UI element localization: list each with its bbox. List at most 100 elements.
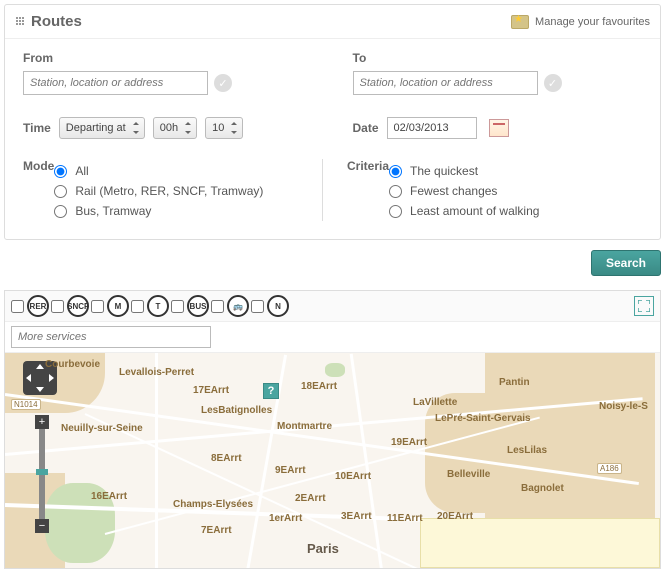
map-label: 18EArrt [301, 381, 337, 392]
map-label: 19EArrt [391, 437, 427, 448]
map-toolbar: RER SNCF M T BUS 🚌 N [5, 291, 660, 322]
map-label: Belleville [447, 469, 490, 480]
search-button[interactable]: Search [591, 250, 661, 276]
zoom-out-button[interactable]: − [35, 519, 49, 533]
to-label: To [353, 51, 643, 65]
map-label: 11EArrt [387, 513, 423, 524]
page-title: Routes [15, 13, 82, 30]
map-label: LesLilas [507, 445, 547, 456]
tram-icon: T [147, 295, 169, 317]
map-label: 9EArrt [275, 465, 306, 476]
mode-option-1: Rail (Metro, RER, SNCF, Tramway) [75, 184, 263, 198]
to-input[interactable] [353, 71, 538, 95]
map-label: 7EArrt [201, 525, 232, 536]
map-label: 17EArrt [193, 385, 229, 396]
mode-radio-all[interactable] [54, 165, 67, 178]
map-zoom-control: + − [35, 415, 49, 533]
map-canvas[interactable]: ? + − Courbevoie Levallois-Perret Neuilly-… [5, 353, 660, 568]
time-label: Time [23, 121, 51, 135]
road-badge: N1014 [11, 399, 41, 410]
criteria-radio-quickest[interactable] [389, 165, 402, 178]
map-label: Paris [307, 541, 339, 556]
map-label: 1erArrt [269, 513, 302, 524]
routes-panel: Routes Manage your favourites From ✓ To … [4, 4, 661, 240]
map-label: LesBatignolles [201, 405, 272, 416]
coach-icon: 🚌 [227, 295, 249, 317]
date-input[interactable]: 02/03/2013 [387, 117, 477, 139]
time-mode-select[interactable]: Departing at [59, 117, 145, 139]
criteria-label: Criteria [347, 159, 389, 215]
sncf-icon: SNCF [67, 295, 89, 317]
criteria-radio-fewest[interactable] [389, 185, 402, 198]
grip-icon [15, 17, 25, 27]
to-validate-icon: ✓ [544, 74, 562, 92]
from-validate-icon: ✓ [214, 74, 232, 92]
manage-favourites-link[interactable]: Manage your favourites [511, 15, 650, 29]
map-label: Levallois-Perret [119, 367, 194, 378]
time-hour-select[interactable]: 00h [153, 117, 197, 139]
fullscreen-icon [638, 300, 650, 312]
mode-radio-bus[interactable] [54, 205, 67, 218]
star-folder-icon [511, 15, 529, 29]
form-body: From ✓ To ✓ Time Departing at 00h [5, 39, 660, 239]
layer-check-coach[interactable] [211, 300, 224, 313]
map-label: Noisy-le-S [599, 401, 648, 412]
map-label: 20EArrt [437, 511, 473, 522]
pan-down-icon [36, 387, 44, 392]
layer-check-metro[interactable] [91, 300, 104, 313]
pan-up-icon [36, 364, 44, 369]
criteria-option-2: Least amount of walking [410, 204, 539, 218]
panel-header: Routes Manage your favourites [5, 5, 660, 39]
map-label: Pantin [499, 377, 530, 388]
title-text: Routes [31, 13, 82, 30]
favourites-label: Manage your favourites [535, 16, 650, 28]
zoom-in-button[interactable]: + [35, 415, 49, 429]
layer-check-bus[interactable] [171, 300, 184, 313]
map-label: Neuilly-sur-Seine [61, 423, 143, 434]
mode-radio-group: All Rail (Metro, RER, SNCF, Tramway) Bus… [54, 161, 263, 221]
pan-right-icon [49, 374, 54, 382]
layer-check-sncf[interactable] [51, 300, 64, 313]
road-badge: A186 [597, 463, 622, 474]
from-input[interactable] [23, 71, 208, 95]
map-label: 16EArrt [91, 491, 127, 502]
time-minute-select[interactable]: 10 [205, 117, 243, 139]
map-label: Montmartre [277, 421, 332, 432]
mode-label: Mode [23, 159, 54, 215]
map-label: LePré-Saint-Gervais [435, 413, 531, 424]
layer-check-noctilien[interactable] [251, 300, 264, 313]
criteria-radio-walking[interactable] [389, 205, 402, 218]
map-label: 8EArrt [211, 453, 242, 464]
map-label: Bagnolet [521, 483, 564, 494]
layer-check-tram[interactable] [131, 300, 144, 313]
layer-check-rer[interactable] [11, 300, 24, 313]
divider [322, 159, 323, 221]
calendar-icon[interactable] [489, 119, 509, 137]
map-info-marker[interactable]: ? [263, 383, 279, 399]
more-services-input[interactable] [11, 326, 211, 348]
zoom-track[interactable] [39, 429, 45, 519]
map-label: LaVillette [413, 397, 457, 408]
mode-option-2: Bus, Tramway [75, 204, 151, 218]
map-label: 3EArrt [341, 511, 372, 522]
map-label: 10EArrt [335, 471, 371, 482]
services-row [5, 322, 660, 353]
mode-radio-rail[interactable] [54, 185, 67, 198]
map-label: 2EArrt [295, 493, 326, 504]
date-label: Date [353, 121, 379, 135]
pan-left-icon [26, 374, 31, 382]
fullscreen-button[interactable] [634, 296, 654, 316]
bus-icon: BUS [187, 295, 209, 317]
map-label: Courbevoie [45, 359, 100, 370]
rer-icon: RER [27, 295, 49, 317]
mode-option-0: All [75, 164, 88, 178]
search-bar: Search [0, 244, 665, 286]
map-panel: RER SNCF M T BUS 🚌 N ? [4, 290, 661, 569]
criteria-option-0: The quickest [410, 164, 478, 178]
criteria-option-1: Fewest changes [410, 184, 497, 198]
zoom-handle[interactable] [36, 469, 48, 475]
from-label: From [23, 51, 313, 65]
criteria-radio-group: The quickest Fewest changes Least amount… [389, 161, 539, 221]
map-label: Champs-Elysées [173, 499, 253, 510]
metro-icon: M [107, 295, 129, 317]
